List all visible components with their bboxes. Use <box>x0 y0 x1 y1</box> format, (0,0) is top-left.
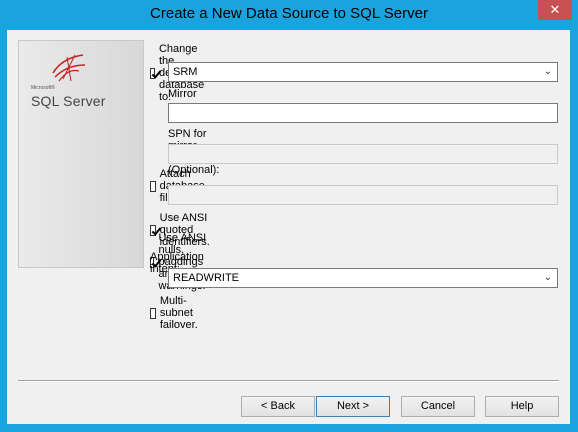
attach-db-checkbox[interactable] <box>150 180 156 192</box>
sql-server-logo-icon: Microsoft® SQL Server <box>29 51 119 111</box>
title-bar[interactable]: Create a New Data Source to SQL Server ✕ <box>0 0 578 30</box>
default-db-select[interactable]: SRM ⌄ <box>168 62 558 82</box>
multi-subnet-checkbox[interactable] <box>150 307 156 319</box>
mirror-server-input[interactable] <box>168 103 558 123</box>
help-button[interactable]: Help <box>485 396 559 417</box>
chevron-down-icon: ⌄ <box>543 272 552 283</box>
button-divider <box>18 380 559 382</box>
dialog-window: Create a New Data Source to SQL Server ✕… <box>0 0 578 432</box>
change-default-db-checkbox[interactable] <box>150 67 155 79</box>
multi-subnet-row[interactable]: Multi-subnet failover. <box>150 295 203 331</box>
app-intent-select[interactable]: READWRITE ⌄ <box>168 268 558 288</box>
attach-db-input <box>168 185 558 205</box>
app-intent-value: READWRITE <box>173 272 239 284</box>
cancel-button[interactable]: Cancel <box>401 396 475 417</box>
close-button[interactable]: ✕ <box>538 0 572 20</box>
logo-sql-server-text: SQL Server <box>31 93 106 109</box>
sql-server-banner: Microsoft® SQL Server <box>18 40 144 268</box>
multi-subnet-label: Multi-subnet failover. <box>159 295 198 331</box>
dialog-client-area: Microsoft® SQL Server Change the default… <box>7 30 570 424</box>
next-button[interactable]: Next > <box>316 396 390 417</box>
chevron-down-icon: ⌄ <box>543 66 552 77</box>
spn-input <box>168 144 558 164</box>
back-button[interactable]: < Back <box>241 396 315 417</box>
logo-microsoft-text: Microsoft® <box>31 85 55 91</box>
window-title: Create a New Data Source to SQL Server <box>150 5 428 22</box>
default-db-value: SRM <box>173 66 198 78</box>
